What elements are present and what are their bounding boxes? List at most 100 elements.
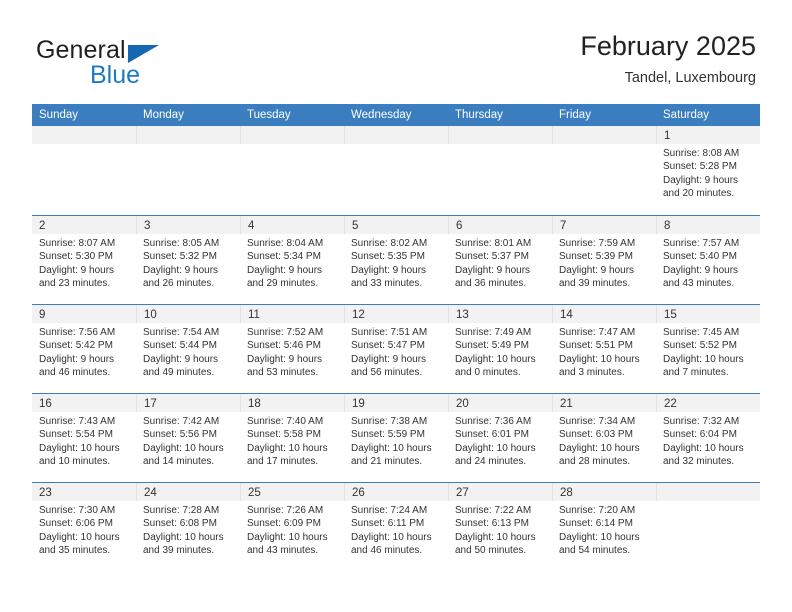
- day-detail-line: and 54 minutes.: [559, 545, 631, 557]
- day-cell-13[interactable]: 13 Sunrise: 7:49 AM Sunset: 5:49 PM Dayligh…: [448, 305, 552, 393]
- day-number: 9: [39, 309, 46, 321]
- day-details: Sunrise: 7:43 AM Sunset: 5:54 PM Daylight:…: [32, 412, 136, 469]
- day-cell-17[interactable]: 17 Sunrise: 7:42 AM Sunset: 5:56 PM Dayligh…: [136, 394, 240, 482]
- calendar-weeks: 1 Sunrise: 8:08 AM Sunset: 5:28 PM Daylight…: [32, 126, 760, 571]
- day-detail-line: Sunrise: 7:52 AM: [247, 327, 324, 338]
- day-cell-8[interactable]: 8 Sunrise: 7:57 AM Sunset: 5:40 PM Daylight…: [656, 216, 760, 304]
- day-number-band: 10: [136, 305, 240, 323]
- weekday-header-tuesday: Tuesday: [247, 109, 291, 121]
- day-detail-line: Sunset: 6:03 PM: [559, 429, 633, 441]
- day-detail-line: and 23 minutes.: [39, 278, 111, 290]
- day-cell-20[interactable]: 20 Sunrise: 7:36 AM Sunset: 6:01 PM Dayligh…: [448, 394, 552, 482]
- day-cell-11[interactable]: 11 Sunrise: 7:52 AM Sunset: 5:46 PM Dayligh…: [240, 305, 344, 393]
- day-number-band: 28: [552, 483, 656, 501]
- day-cell-empty: [656, 483, 760, 571]
- day-detail-line: Sunset: 5:39 PM: [559, 251, 633, 263]
- day-cell-14[interactable]: 14 Sunrise: 7:47 AM Sunset: 5:51 PM Dayligh…: [552, 305, 656, 393]
- day-detail-line: Daylight: 9 hours: [143, 264, 219, 276]
- day-details: Sunrise: 7:26 AM Sunset: 6:09 PM Daylight:…: [240, 501, 344, 558]
- day-detail-line: Sunset: 5:54 PM: [39, 429, 113, 441]
- day-cell-7[interactable]: 7 Sunrise: 7:59 AM Sunset: 5:39 PM Daylight…: [552, 216, 656, 304]
- day-detail-line: Sunrise: 7:49 AM: [455, 327, 532, 338]
- day-details: Sunrise: 7:47 AM Sunset: 5:51 PM Daylight:…: [552, 323, 656, 380]
- day-cell-16[interactable]: 16 Sunrise: 7:43 AM Sunset: 5:54 PM Dayligh…: [32, 394, 136, 482]
- day-cell-empty: [344, 126, 448, 215]
- day-cell-12[interactable]: 12 Sunrise: 7:51 AM Sunset: 5:47 PM Dayligh…: [344, 305, 448, 393]
- day-detail-line: Sunrise: 7:54 AM: [143, 327, 220, 338]
- day-cell-6[interactable]: 6 Sunrise: 8:01 AM Sunset: 5:37 PM Daylight…: [448, 216, 552, 304]
- day-number: 19: [352, 398, 365, 410]
- title-block: February 2025 Tandel, Luxembourg: [580, 30, 756, 88]
- day-cell-3[interactable]: 3 Sunrise: 8:05 AM Sunset: 5:32 PM Daylight…: [136, 216, 240, 304]
- day-cell-26[interactable]: 26 Sunrise: 7:24 AM Sunset: 6:11 PM Dayligh…: [344, 483, 448, 571]
- day-detail-line: Sunset: 6:13 PM: [455, 518, 529, 530]
- day-detail-line: Sunrise: 8:04 AM: [247, 238, 324, 249]
- day-number: 22: [664, 398, 677, 410]
- day-detail-line: Sunset: 6:06 PM: [39, 518, 113, 530]
- day-number-band: 17: [136, 394, 240, 412]
- day-details: Sunrise: 7:20 AM Sunset: 6:14 PM Daylight:…: [552, 501, 656, 558]
- day-cell-10[interactable]: 10 Sunrise: 7:54 AM Sunset: 5:44 PM Dayligh…: [136, 305, 240, 393]
- day-number-band: 11: [240, 305, 344, 323]
- calendar-page: General Blue February 2025 Tandel, Luxem…: [0, 0, 792, 612]
- day-number: 12: [352, 309, 365, 321]
- page-header: General Blue February 2025 Tandel, Luxem…: [0, 0, 792, 104]
- calendar-week-row: 2 Sunrise: 8:07 AM Sunset: 5:30 PM Daylight…: [32, 215, 760, 304]
- day-number: 1: [664, 130, 671, 142]
- day-number-band: 21: [552, 394, 656, 412]
- day-number-band: 13: [448, 305, 552, 323]
- day-detail-line: Sunset: 5:42 PM: [39, 340, 113, 352]
- day-cell-28[interactable]: 28 Sunrise: 7:20 AM Sunset: 6:14 PM Dayligh…: [552, 483, 656, 571]
- day-cell-27[interactable]: 27 Sunrise: 7:22 AM Sunset: 6:13 PM Dayligh…: [448, 483, 552, 571]
- day-detail-line: Sunset: 6:08 PM: [143, 518, 217, 530]
- day-detail-line: Sunrise: 7:43 AM: [39, 416, 116, 427]
- day-number-band: [448, 126, 552, 144]
- day-cell-4[interactable]: 4 Sunrise: 8:04 AM Sunset: 5:34 PM Daylight…: [240, 216, 344, 304]
- day-details: Sunrise: 7:30 AM Sunset: 6:06 PM Daylight:…: [32, 501, 136, 558]
- day-cell-21[interactable]: 21 Sunrise: 7:34 AM Sunset: 6:03 PM Dayligh…: [552, 394, 656, 482]
- day-cell-18[interactable]: 18 Sunrise: 7:40 AM Sunset: 5:58 PM Dayligh…: [240, 394, 344, 482]
- day-detail-line: and 32 minutes.: [663, 456, 735, 468]
- day-details: Sunrise: 7:56 AM Sunset: 5:42 PM Daylight:…: [32, 323, 136, 380]
- day-number-band: 3: [136, 216, 240, 234]
- day-cell-24[interactable]: 24 Sunrise: 7:28 AM Sunset: 6:08 PM Dayligh…: [136, 483, 240, 571]
- day-number: 15: [664, 309, 677, 321]
- day-details: Sunrise: 8:02 AM Sunset: 5:35 PM Daylight:…: [344, 234, 448, 291]
- day-cell-empty: [32, 126, 136, 215]
- day-number: 16: [39, 398, 52, 410]
- day-detail-line: Daylight: 10 hours: [559, 531, 640, 543]
- day-cell-5[interactable]: 5 Sunrise: 8:02 AM Sunset: 5:35 PM Daylight…: [344, 216, 448, 304]
- day-cell-9[interactable]: 9 Sunrise: 7:56 AM Sunset: 5:42 PM Daylight…: [32, 305, 136, 393]
- day-number: 17: [144, 398, 157, 410]
- day-detail-line: Sunrise: 7:59 AM: [559, 238, 636, 249]
- day-details: Sunrise: 7:42 AM Sunset: 5:56 PM Daylight:…: [136, 412, 240, 469]
- day-detail-line: Sunrise: 8:02 AM: [351, 238, 428, 249]
- day-detail-line: Daylight: 10 hours: [351, 531, 432, 543]
- day-detail-line: Sunset: 6:09 PM: [247, 518, 321, 530]
- day-detail-line: Sunset: 5:56 PM: [143, 429, 217, 441]
- day-detail-line: Daylight: 10 hours: [455, 531, 536, 543]
- day-number: 4: [248, 220, 255, 232]
- day-detail-line: Sunrise: 7:34 AM: [559, 416, 636, 427]
- day-details: Sunrise: 7:32 AM Sunset: 6:04 PM Daylight:…: [656, 412, 760, 469]
- day-detail-line: and 14 minutes.: [143, 456, 215, 468]
- day-detail-line: Daylight: 10 hours: [559, 442, 640, 454]
- day-number: 10: [144, 309, 157, 321]
- day-number-band: 16: [32, 394, 136, 412]
- day-detail-line: and 39 minutes.: [559, 278, 631, 290]
- day-cell-25[interactable]: 25 Sunrise: 7:26 AM Sunset: 6:09 PM Dayligh…: [240, 483, 344, 571]
- day-cell-23[interactable]: 23 Sunrise: 7:30 AM Sunset: 6:06 PM Dayligh…: [32, 483, 136, 571]
- day-cell-19[interactable]: 19 Sunrise: 7:38 AM Sunset: 5:59 PM Dayligh…: [344, 394, 448, 482]
- day-detail-line: Sunrise: 7:51 AM: [351, 327, 428, 338]
- day-detail-line: Sunset: 5:30 PM: [39, 251, 113, 263]
- day-number-band: 9: [32, 305, 136, 323]
- day-number-band: 8: [656, 216, 760, 234]
- day-cell-2[interactable]: 2 Sunrise: 8:07 AM Sunset: 5:30 PM Daylight…: [32, 216, 136, 304]
- day-cell-15[interactable]: 15 Sunrise: 7:45 AM Sunset: 5:52 PM Dayligh…: [656, 305, 760, 393]
- day-cell-22[interactable]: 22 Sunrise: 7:32 AM Sunset: 6:04 PM Dayligh…: [656, 394, 760, 482]
- general-blue-logo[interactable]: General Blue: [36, 36, 266, 92]
- day-cell-1[interactable]: 1 Sunrise: 8:08 AM Sunset: 5:28 PM Daylight…: [656, 126, 760, 215]
- day-detail-line: Daylight: 9 hours: [351, 353, 427, 365]
- day-detail-line: Daylight: 9 hours: [247, 264, 323, 276]
- day-detail-line: and 24 minutes.: [455, 456, 527, 468]
